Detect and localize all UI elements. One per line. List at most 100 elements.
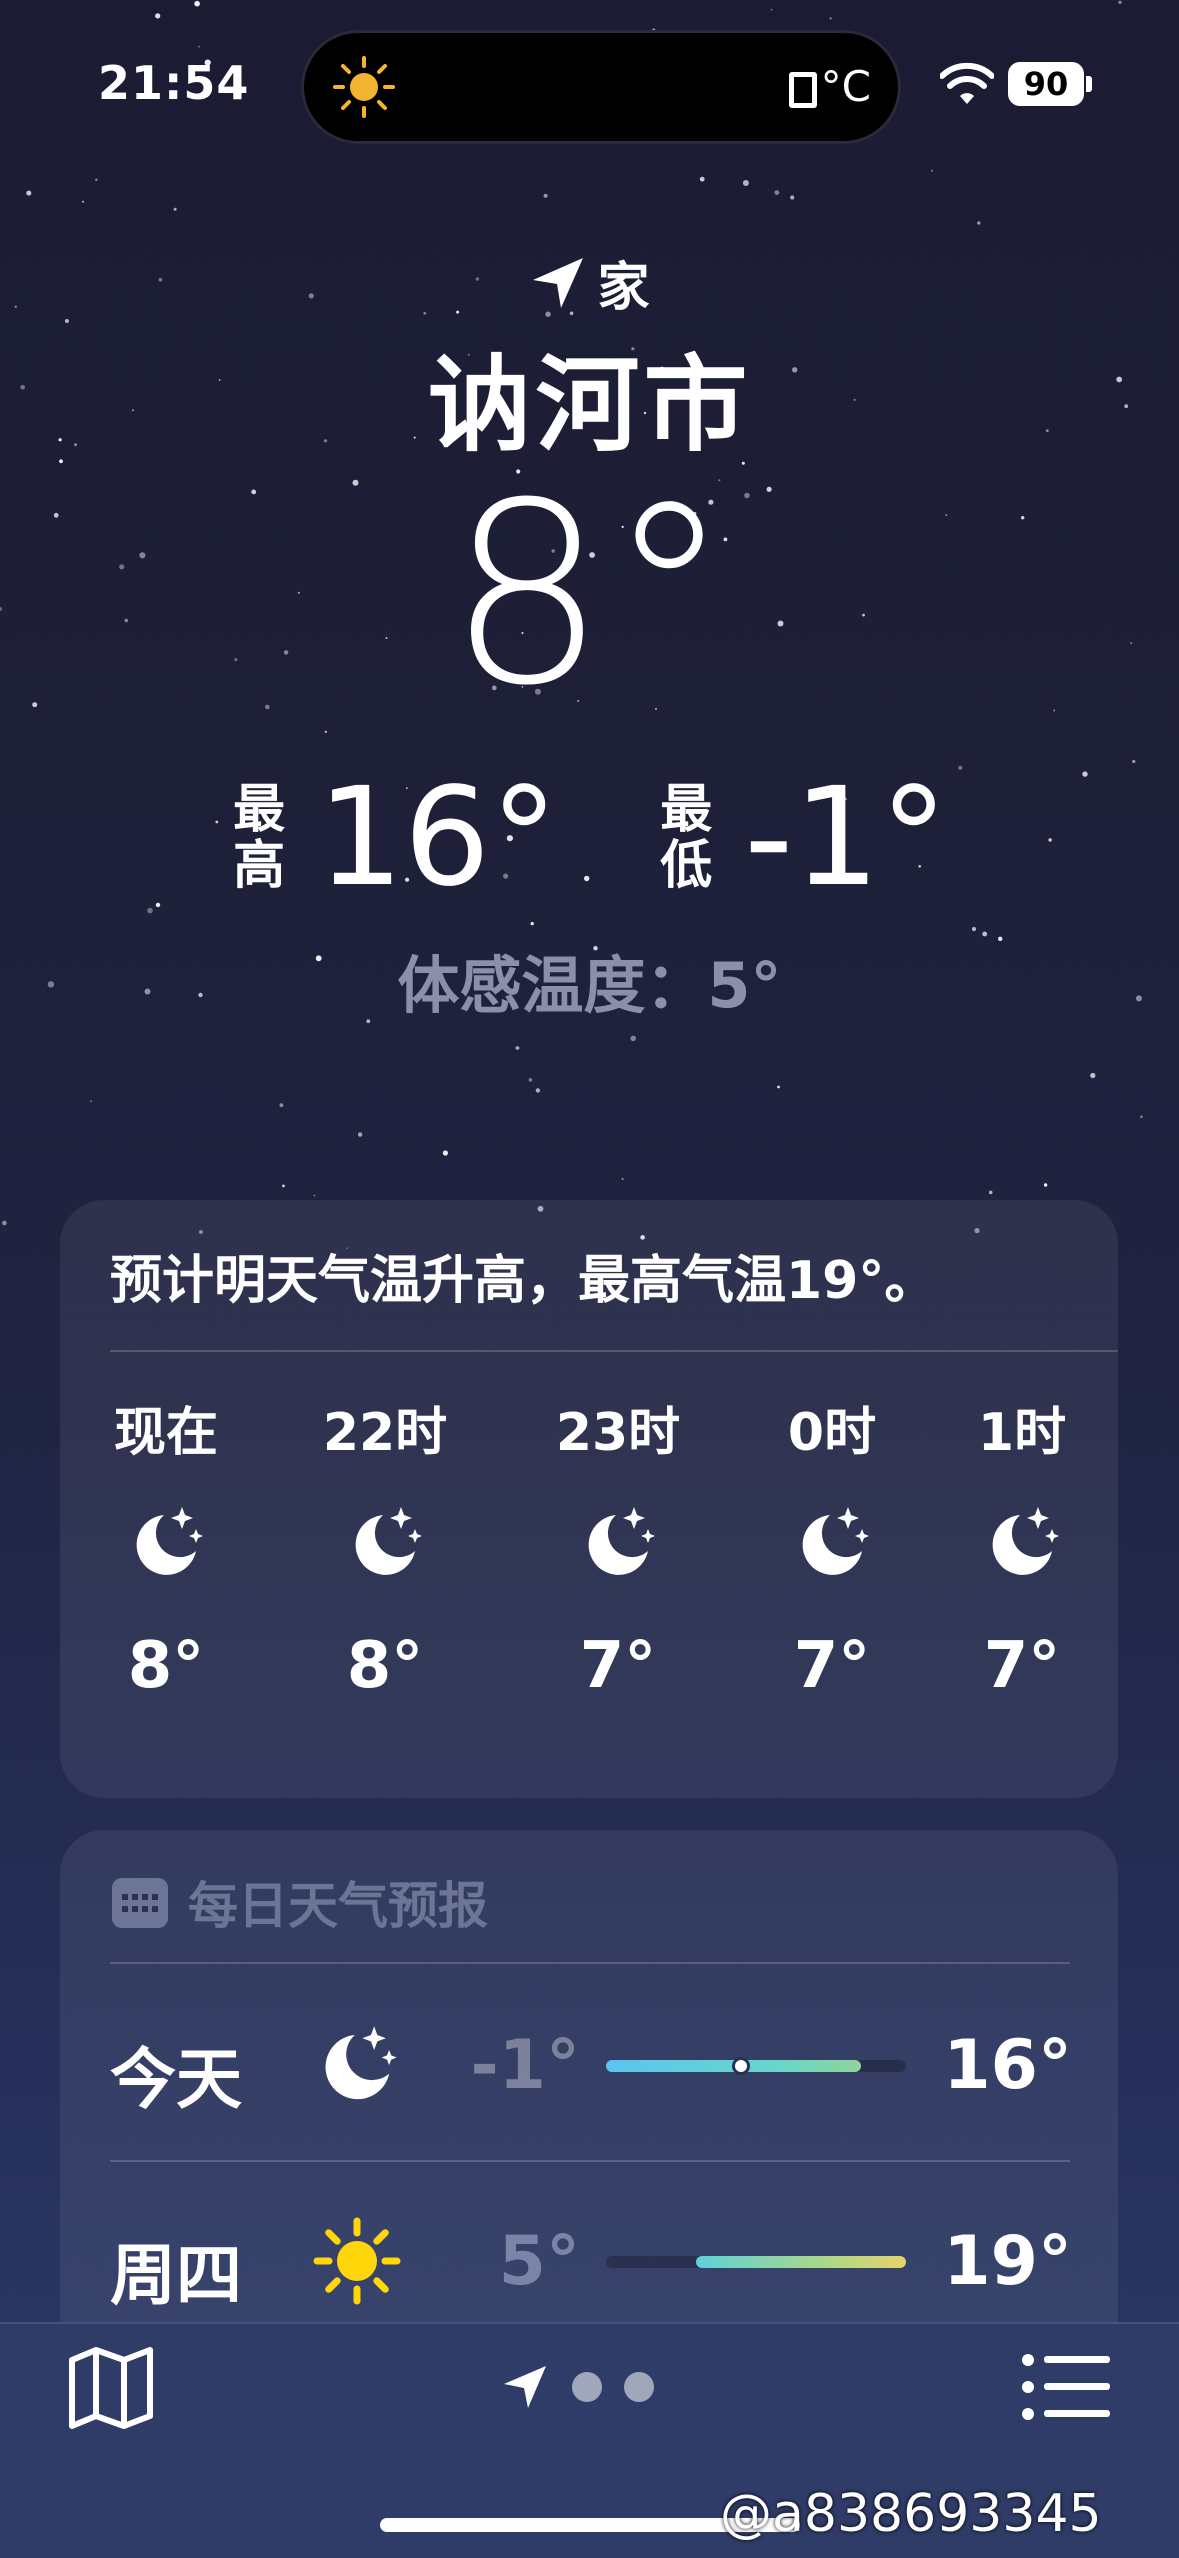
star: [530, 922, 534, 926]
high-low-temps: 最 高 16° 最 低 -1°: [0, 770, 1179, 906]
current-temp-dot: [735, 2060, 747, 2072]
star: [26, 190, 32, 196]
star: [971, 926, 977, 932]
daily-low: 5°: [498, 2222, 580, 2301]
star: [742, 180, 749, 186]
star: [1043, 1183, 1048, 1187]
island-temperature: °C: [788, 62, 871, 111]
star: [155, 13, 161, 19]
hourly-time: 1时: [977, 1403, 1067, 1463]
star: [528, 1078, 533, 1082]
dynamic-island[interactable]: °C: [301, 30, 901, 144]
moon-stars-icon: [325, 2026, 397, 2100]
location-name: 家: [597, 258, 650, 318]
battery-indicator: 90: [1008, 62, 1084, 106]
star: [197, 45, 200, 48]
star: [543, 193, 548, 198]
star: [774, 190, 780, 196]
daily-row[interactable]: 今天 -1° 16°: [0, 2010, 1179, 2120]
star: [621, 1177, 624, 1180]
moon-stars-icon: [136, 1507, 203, 1575]
moon-stars-icon: [992, 1507, 1059, 1575]
star: [770, 8, 773, 11]
daily-forecast-title: 每日天气预报: [110, 1866, 488, 1938]
daily-high: 19°: [943, 2222, 1072, 2301]
page-dot: [624, 2372, 654, 2402]
hourly-temp: 7°: [793, 1629, 871, 1703]
star: [630, 1035, 636, 1042]
hourly-time: 23时: [555, 1403, 681, 1463]
star: [442, 1150, 448, 1156]
star: [515, 1046, 520, 1050]
calendar-icon: [112, 1878, 168, 1928]
hourly-item: 1时 7°: [932, 1390, 1112, 1703]
temp-range-bar: [606, 2256, 906, 2268]
page-indicator[interactable]: [500, 2362, 654, 2412]
hourly-item: 22时 8°: [295, 1390, 475, 1703]
current-temperature: 8°: [447, 449, 732, 740]
star: [829, 17, 832, 20]
hourly-item: 0时 7°: [742, 1390, 922, 1703]
star: [147, 907, 153, 914]
star: [777, 1085, 780, 1089]
high-temp: 16°: [317, 759, 559, 917]
hourly-item: 23时 7°: [528, 1390, 708, 1703]
star: [90, 1100, 92, 1103]
status-time: 21:54: [98, 56, 250, 110]
page-dot: [572, 2372, 602, 2402]
sun-icon: [313, 2217, 401, 2305]
star: [1132, 759, 1136, 764]
star: [1118, 0, 1122, 4]
low-temp: -1°: [744, 759, 948, 917]
star: [1090, 1072, 1096, 1079]
hourly-item: 现在 8°: [76, 1390, 256, 1703]
daily-day: 今天: [110, 2041, 242, 2118]
star: [313, 1194, 316, 1197]
star: [194, 0, 200, 7]
daily-low: -1°: [470, 2026, 580, 2105]
moon-stars-icon: [588, 1507, 655, 1575]
star: [279, 1103, 284, 1108]
forecast-summary: 预计明天气温升高，最高气温19°。: [110, 1251, 937, 1311]
moon-stars-icon: [355, 1507, 422, 1575]
hourly-time: 22时: [322, 1403, 448, 1463]
location-arrow-icon: [533, 257, 584, 308]
list-icon[interactable]: [1020, 2352, 1112, 2422]
daily-title-text: 每日天气预报: [188, 1877, 488, 1935]
card-divider: [110, 1962, 1070, 1964]
star: [282, 1184, 285, 1188]
feels-like: 体感温度：5°: [397, 949, 782, 1022]
location-arrow-icon: [504, 2366, 546, 2408]
map-icon[interactable]: [66, 2346, 156, 2430]
star: [357, 1132, 363, 1137]
temp-range-fill: [696, 2256, 906, 2268]
star: [324, 730, 327, 733]
star: [699, 176, 705, 182]
temp-unit: °C: [820, 62, 871, 111]
row-divider: [110, 2160, 1070, 2162]
card-divider: [110, 1350, 1118, 1352]
star: [790, 195, 795, 200]
star: [977, 221, 981, 225]
daily-day: 周四: [110, 2237, 242, 2314]
star: [988, 1190, 993, 1195]
star: [95, 178, 98, 181]
watermark: @a838693345: [720, 2484, 1102, 2544]
star: [930, 169, 934, 172]
star: [82, 200, 85, 203]
sun-icon: [333, 56, 395, 118]
star: [2, 1220, 7, 1226]
high-label: 最 高: [233, 780, 286, 896]
temp-range-fill: [606, 2060, 861, 2072]
location-label: 家: [0, 245, 1179, 320]
moon-stars-icon: [802, 1507, 869, 1575]
star: [535, 1088, 541, 1093]
daily-row[interactable]: 周四 5° 19°: [0, 2206, 1179, 2316]
star: [173, 207, 177, 211]
hourly-time: 0时: [787, 1403, 877, 1463]
temp-range-bar: [606, 2060, 906, 2072]
hourly-temp: 8°: [127, 1629, 205, 1703]
thermometer-icon: [788, 71, 817, 108]
hourly-temp: 8°: [346, 1629, 424, 1703]
hourly-temp: 7°: [579, 1629, 657, 1703]
